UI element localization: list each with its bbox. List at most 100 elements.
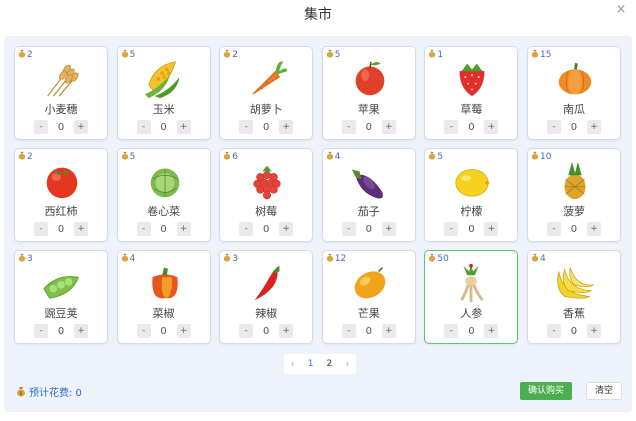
decrease-button[interactable]: - [136, 120, 151, 134]
item-card[interactable]: 12 芒果 -0 + [321, 250, 416, 344]
item-card[interactable]: 5 玉米 -0 + [116, 46, 211, 140]
increase-button[interactable]: + [381, 222, 396, 236]
item-card[interactable]: 6 树莓 -0 + [219, 148, 314, 242]
decrease-button[interactable]: - [34, 120, 48, 134]
quantity-value: 0 [365, 223, 372, 235]
page-1[interactable]: 1 [308, 359, 314, 369]
decrease-button[interactable]: - [444, 222, 459, 236]
decrease-button[interactable]: - [239, 222, 254, 236]
increase-button[interactable]: + [484, 120, 499, 134]
item-card[interactable]: 5 柠檬 -0 + [424, 148, 519, 242]
money-bag-icon [223, 49, 232, 62]
increase-button[interactable]: + [74, 222, 88, 236]
increase-button[interactable]: + [586, 222, 601, 236]
item-card[interactable]: 4 香蕉 -0 + [526, 250, 621, 344]
money-bag-icon [531, 151, 540, 164]
quantity-stepper: -0 + [323, 120, 415, 134]
increase-button[interactable]: + [176, 120, 191, 134]
item-card[interactable]: 2 西红柿 -0 + [14, 148, 108, 242]
quantity-stepper: -0 + [323, 222, 415, 236]
ginseng-icon [460, 263, 485, 303]
increase-button[interactable]: + [279, 324, 294, 338]
increase-button[interactable]: + [279, 222, 294, 236]
item-card[interactable]: 1 草莓 -0 + [424, 46, 519, 140]
decrease-button[interactable]: - [546, 222, 561, 236]
item-card[interactable]: 4 茄子 -0 + [321, 148, 416, 242]
decrease-button[interactable]: - [444, 324, 459, 338]
pumpkin-icon [558, 62, 592, 95]
quantity-value: 0 [570, 223, 578, 235]
decrease-button[interactable]: - [34, 222, 48, 236]
quantity-value: 0 [468, 325, 475, 337]
decrease-button[interactable]: - [341, 324, 356, 338]
svg-text:$: $ [19, 391, 22, 397]
clear-button[interactable]: 清空 [586, 382, 622, 400]
item-card[interactable]: 2 胡萝卜 -0 + [219, 46, 314, 140]
decrease-button[interactable]: - [341, 222, 356, 236]
money-bag-icon [326, 253, 335, 266]
item-card[interactable]: 15 南瓜 -0 + [526, 46, 621, 140]
item-card[interactable]: 2 小麦穗 -0 + [14, 46, 108, 140]
price-value: 3 [232, 254, 238, 264]
page-2[interactable]: 2 [327, 359, 333, 369]
item-card[interactable]: 50 人参 -0 + [424, 250, 519, 344]
item-card[interactable]: 3 豌豆荚 -0 + [14, 250, 108, 344]
item-name: 胡萝卜 [249, 103, 283, 116]
increase-button[interactable]: + [74, 120, 88, 134]
prev-page-icon[interactable]: ‹ [291, 359, 295, 370]
item-grid: 2 小麦穗 -0 +5 玉米 -0 +2 胡萝卜 -0 +5 苹果 -0 +1 草莓 -0 +15 南瓜 -0 +2… [14, 46, 622, 344]
tomato-icon [46, 167, 78, 199]
price-value: 5 [129, 50, 136, 60]
increase-button[interactable]: + [484, 324, 499, 338]
item-name: 柠檬 [460, 205, 483, 218]
increase-button[interactable]: + [586, 120, 601, 134]
increase-button[interactable]: + [176, 324, 191, 338]
next-page-icon[interactable]: › [345, 359, 349, 370]
decrease-button[interactable]: - [239, 120, 254, 134]
item-price: 3 [18, 253, 33, 266]
quantity-stepper: -0 + [15, 324, 107, 338]
increase-button[interactable]: + [381, 120, 396, 134]
increase-button[interactable]: + [279, 120, 294, 134]
decrease-button[interactable]: - [34, 324, 48, 338]
price-value: 3 [27, 254, 33, 264]
decrease-button[interactable]: - [341, 120, 356, 134]
item-price: 4 [326, 151, 341, 164]
money-bag-icon [223, 253, 232, 266]
increase-button[interactable]: + [586, 324, 601, 338]
increase-button[interactable]: + [484, 222, 499, 236]
confirm-buy-button[interactable]: 确认购买 [520, 382, 572, 400]
wheat-icon [47, 64, 79, 97]
item-price: 5 [121, 151, 135, 164]
money-bag-icon [531, 253, 540, 266]
quantity-stepper: -0 + [220, 324, 312, 338]
money-bag-icon [18, 49, 27, 62]
pineapple-icon [564, 161, 586, 200]
item-card[interactable]: 5 苹果 -0 + [321, 46, 416, 140]
close-icon[interactable]: × [614, 3, 628, 17]
decrease-button[interactable]: - [136, 222, 151, 236]
item-card[interactable]: 4 菜椒 -0 + [116, 250, 211, 344]
increase-button[interactable]: + [74, 324, 88, 338]
item-price: 1 [428, 49, 443, 62]
price-value: 1 [437, 50, 444, 60]
increase-button[interactable]: + [381, 324, 396, 338]
price-value: 2 [27, 50, 33, 60]
item-card[interactable]: 3 辣椒 -0 + [219, 250, 314, 344]
decrease-button[interactable]: - [546, 120, 561, 134]
item-price: 2 [18, 49, 33, 62]
decrease-button[interactable]: - [444, 120, 459, 134]
bell-pepper-icon [151, 267, 178, 299]
item-price: 10 [531, 151, 551, 164]
decrease-button[interactable]: - [136, 324, 151, 338]
price-value: 2 [27, 152, 33, 162]
item-price: 5 [428, 151, 443, 164]
decrease-button[interactable]: - [546, 324, 561, 338]
increase-button[interactable]: + [176, 222, 191, 236]
quantity-value: 0 [468, 223, 475, 235]
decrease-button[interactable]: - [239, 324, 254, 338]
item-card[interactable]: 10 菠萝 -0 + [526, 148, 621, 242]
money-bag-icon [223, 151, 232, 164]
price-value: 6 [232, 152, 238, 162]
item-card[interactable]: 5 卷心菜 -0 + [116, 148, 211, 242]
